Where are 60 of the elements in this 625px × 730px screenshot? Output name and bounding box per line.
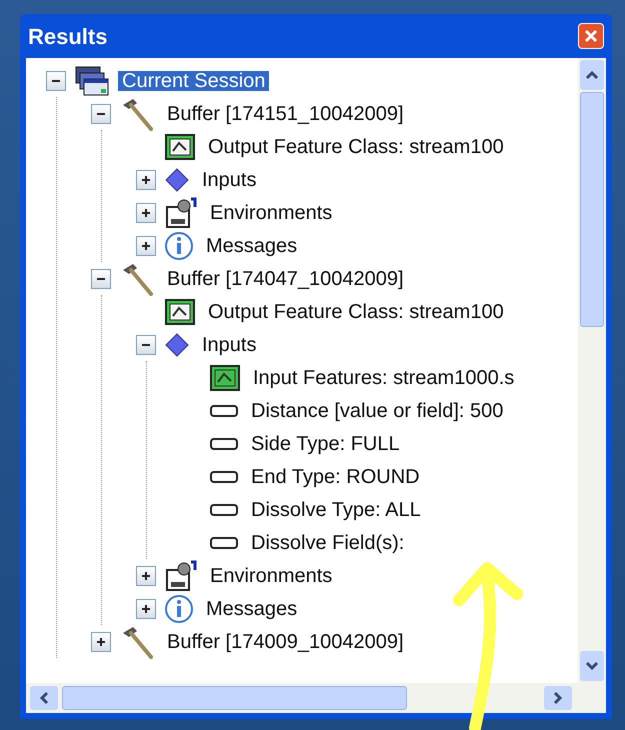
tree-item-label[interactable]: Side Type: FULL [247, 434, 404, 454]
collapse-button[interactable] [91, 268, 111, 288]
environment-settings-icon [164, 560, 198, 592]
collapse-button[interactable] [91, 104, 111, 124]
window-title: Results [28, 22, 108, 50]
info-icon [164, 230, 194, 260]
scroll-down-icon[interactable] [580, 651, 604, 681]
tree-item-label[interactable]: Dissolve Type: ALL [247, 500, 425, 520]
close-button[interactable] [578, 23, 604, 49]
stacked-windows-icon [74, 64, 110, 96]
scroll-up-icon[interactable] [580, 60, 604, 90]
tree-item-label[interactable]: Current Session [118, 70, 270, 90]
parameter-icon [209, 502, 239, 516]
info-icon [164, 594, 194, 624]
tree-item-label[interactable]: Dissolve Field(s): [247, 532, 408, 552]
tree-item-label[interactable]: Distance [value or field]: 500 [247, 400, 508, 420]
environment-settings-icon [164, 196, 198, 228]
tree-item-label[interactable]: Environments [206, 202, 336, 222]
diamond-icon [164, 166, 190, 192]
collapse-button[interactable] [136, 334, 156, 354]
plus-icon [141, 604, 151, 614]
expand-button[interactable] [91, 632, 111, 652]
close-icon [584, 29, 598, 43]
tree-item-label[interactable]: Buffer [174009_10042009] [163, 632, 408, 652]
tree-item-label[interactable]: Messages [202, 236, 302, 256]
diamond-icon [164, 332, 190, 358]
horizontal-scrollbar[interactable] [26, 683, 606, 713]
collapse-button[interactable] [46, 70, 66, 90]
vertical-scrollbar[interactable] [578, 58, 606, 683]
tree-item-label[interactable]: Messages [202, 598, 302, 618]
tree-item-label[interactable]: Input Features: stream1000.s [249, 368, 518, 388]
tree-item-label[interactable]: Output Feature Class: stream100 [204, 136, 508, 156]
plus-icon [96, 636, 106, 646]
tree-item-label[interactable]: End Type: ROUND [247, 466, 424, 486]
expand-button[interactable] [136, 170, 156, 190]
expand-button[interactable] [136, 566, 156, 586]
scroll-thumb[interactable] [580, 92, 604, 327]
tree-item-label[interactable]: Environments [206, 566, 336, 586]
parameter-icon [209, 436, 239, 450]
tree-item-label[interactable]: Buffer [174151_10042009] [163, 104, 408, 124]
tree-item-label[interactable]: Inputs [198, 170, 260, 190]
expand-button[interactable] [136, 202, 156, 222]
scroll-left-icon[interactable] [30, 686, 58, 710]
tree-item-label[interactable]: Output Feature Class: stream100 [204, 302, 508, 322]
expand-button[interactable] [136, 236, 156, 256]
scroll-right-icon[interactable] [544, 686, 572, 710]
plus-icon [141, 570, 151, 580]
tree-item-label[interactable]: Inputs [198, 334, 260, 354]
parameter-icon [209, 536, 239, 550]
parameter-icon [209, 404, 239, 418]
feature-class-icon [164, 132, 196, 160]
plus-icon [141, 240, 151, 250]
plus-icon [141, 208, 151, 218]
feature-class-icon [164, 298, 196, 326]
feature-class-icon [209, 364, 241, 392]
tree-item-label[interactable]: Buffer [174047_10042009] [163, 268, 408, 288]
expand-button[interactable] [136, 598, 156, 618]
plus-icon [141, 174, 151, 184]
scroll-thumb[interactable] [62, 686, 407, 710]
parameter-icon [209, 470, 239, 484]
